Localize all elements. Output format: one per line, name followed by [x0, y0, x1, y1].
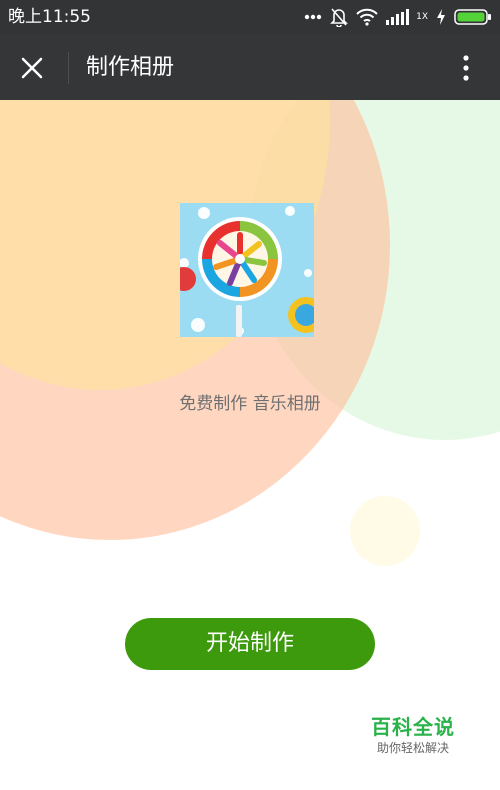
- main-content: 免费制作 音乐相册 开始制作 百科全说 助你轻松解决: [0, 100, 500, 790]
- start-making-button[interactable]: 开始制作: [125, 618, 375, 670]
- watermark-subtitle: 助你轻松解决: [376, 741, 449, 755]
- status-bar: 晚上11:55 1X: [0, 0, 500, 34]
- status-icons: 1X: [304, 4, 492, 30]
- decor-circle-cream: [350, 496, 420, 566]
- page-title: 制作相册: [86, 55, 175, 80]
- signal-bars-icon: [386, 9, 412, 25]
- watermark-title: 百科全说: [371, 715, 455, 739]
- charging-icon: [436, 9, 446, 25]
- album-subtitle: 免费制作 音乐相册: [179, 394, 321, 414]
- watermark-logo: 百科全说 助你轻松解决: [354, 714, 472, 756]
- close-icon: [21, 57, 43, 79]
- title-divider: [68, 52, 69, 84]
- more-vertical-icon: [463, 55, 469, 81]
- title-bar: 制作相册: [0, 34, 500, 100]
- battery-icon: [454, 9, 492, 25]
- more-menu-button[interactable]: [452, 52, 480, 84]
- network-type-label: 1X: [416, 12, 428, 22]
- wifi-icon: [356, 8, 378, 26]
- more-dots-icon: [304, 14, 322, 20]
- album-cover-image: [180, 203, 314, 337]
- close-button[interactable]: [16, 52, 48, 84]
- status-time: 晚上11:55: [8, 7, 91, 27]
- bell-off-icon: [330, 7, 349, 27]
